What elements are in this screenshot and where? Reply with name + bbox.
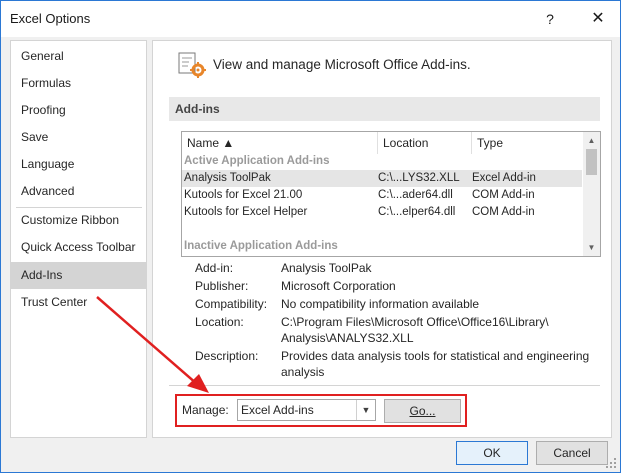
scroll-down-icon[interactable]: ▼	[583, 239, 600, 256]
sidebar-item-general[interactable]: General	[11, 43, 146, 70]
sidebar-item-quick-access-toolbar[interactable]: Quick Access Toolbar	[11, 234, 146, 261]
help-icon[interactable]: ?	[537, 7, 563, 31]
title-bar: Excel Options ? ✕	[1, 1, 620, 37]
manage-label: Manage:	[182, 403, 229, 417]
addin-name: Kutools for Excel Helper	[184, 206, 308, 218]
scroll-up-icon[interactable]: ▲	[583, 132, 600, 149]
excel-options-dialog: Excel Options ? ✕ General Formulas Proof…	[0, 0, 621, 473]
detail-label-location: Location:	[195, 315, 244, 329]
addin-name: Analysis ToolPak	[184, 172, 271, 184]
add-ins-list[interactable]: Name ▲ Location Type Active Application …	[181, 131, 601, 257]
sidebar-item-customize-ribbon[interactable]: Customize Ribbon	[11, 207, 146, 234]
addin-type: COM Add-in	[472, 206, 535, 218]
addin-type: COM Add-in	[472, 189, 535, 201]
go-button[interactable]: Go...	[384, 399, 461, 423]
list-item[interactable]: Analysis ToolPak C:\...LYS32.XLL Excel A…	[182, 170, 582, 187]
sidebar-item-trust-center[interactable]: Trust Center	[11, 289, 146, 316]
group-label-inactive: Inactive Application Add-ins	[184, 240, 338, 252]
add-ins-gear-icon	[178, 52, 206, 78]
detail-value-description-line2: analysis	[281, 365, 325, 379]
sidebar-item-save[interactable]: Save	[11, 124, 146, 151]
section-header-add-ins: Add-ins	[169, 97, 600, 121]
resize-grip-icon[interactable]	[605, 457, 617, 469]
sidebar-item-advanced[interactable]: Advanced	[11, 178, 146, 205]
close-icon[interactable]: ✕	[583, 7, 613, 31]
detail-label-description: Description:	[195, 349, 259, 363]
sidebar-item-language[interactable]: Language	[11, 151, 146, 178]
manage-dropdown[interactable]: Excel Add-ins ▼	[237, 399, 376, 421]
detail-value-addin: Analysis ToolPak	[281, 261, 372, 275]
addin-location: C:\...LYS32.XLL	[378, 172, 460, 184]
scroll-thumb[interactable]	[586, 149, 597, 175]
page-title: View and manage Microsoft Office Add-ins…	[213, 57, 471, 72]
list-item[interactable]: Kutools for Excel Helper C:\...elper64.d…	[182, 204, 582, 221]
window-title: Excel Options	[10, 11, 91, 26]
ok-button[interactable]: OK	[456, 441, 528, 465]
detail-label-compatibility: Compatibility:	[195, 297, 268, 311]
sidebar-item-add-ins[interactable]: Add-Ins	[11, 262, 146, 289]
cancel-button[interactable]: Cancel	[536, 441, 608, 465]
addin-name: Kutools for Excel 21.00	[184, 189, 303, 201]
detail-value-publisher: Microsoft Corporation	[281, 279, 396, 293]
list-scrollbar[interactable]: ▲ ▼	[583, 132, 600, 256]
addin-type: Excel Add-in	[472, 172, 536, 184]
manage-selected-value: Excel Add-ins	[241, 403, 314, 417]
addin-location: C:\...elper64.dll	[378, 206, 456, 218]
detail-value-location-line1: C:\Program Files\Microsoft Office\Office…	[281, 315, 549, 329]
column-header-name[interactable]: Name ▲	[182, 132, 378, 154]
chevron-down-icon[interactable]: ▼	[356, 400, 375, 420]
column-header-location[interactable]: Location	[378, 132, 472, 154]
detail-value-description-line1: Provides data analysis tools for statist…	[281, 349, 590, 363]
detail-label-addin: Add-in:	[195, 261, 234, 275]
list-item[interactable]: Kutools for Excel 21.00 C:\...ader64.dll…	[182, 187, 582, 204]
detail-value-location-line2: Analysis\ANALYS32.XLL	[281, 331, 414, 345]
section-divider	[169, 385, 600, 386]
detail-value-compatibility: No compatibility information available	[281, 297, 480, 311]
addin-location: C:\...ader64.dll	[378, 189, 453, 201]
go-button-label: Go...	[409, 404, 436, 418]
detail-label-publisher: Publisher:	[195, 279, 249, 293]
group-label-active: Active Application Add-ins	[184, 155, 330, 167]
sidebar-item-formulas[interactable]: Formulas	[11, 70, 146, 97]
sidebar-item-proofing[interactable]: Proofing	[11, 97, 146, 124]
section-title: Add-ins	[175, 102, 220, 116]
options-sidebar: General Formulas Proofing Save Language …	[10, 40, 147, 438]
add-ins-panel: View and manage Microsoft Office Add-ins…	[152, 40, 612, 438]
column-header-type[interactable]: Type	[472, 132, 583, 154]
